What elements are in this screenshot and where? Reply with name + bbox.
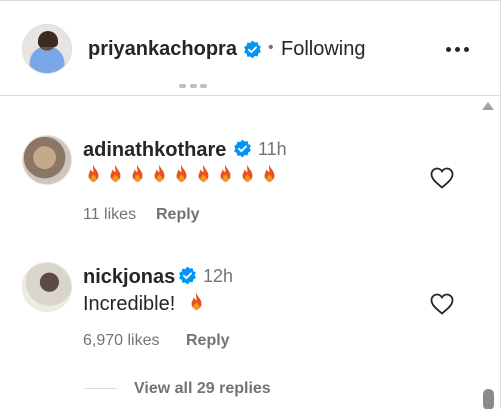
comment-avatar-nickjonas[interactable]	[22, 262, 72, 312]
fire-emoji-icon	[88, 165, 99, 183]
comment-timestamp[interactable]: 12h	[203, 266, 233, 287]
reply-button[interactable]: Reply	[186, 332, 230, 350]
fire-emoji-icon	[264, 165, 275, 183]
previous-comment-fragment	[175, 84, 215, 94]
comment-avatar-adinathkothare[interactable]	[22, 135, 72, 185]
fire-emoji-icon	[186, 292, 208, 314]
verified-badge-icon	[243, 40, 262, 64]
profile-avatar[interactable]	[22, 24, 72, 74]
fire-emoji-icon	[110, 165, 121, 183]
comment-username[interactable]: adinathkothare	[83, 139, 226, 162]
scroll-up-arrow-icon[interactable]	[482, 102, 494, 110]
view-all-replies-button[interactable]: View all 29 replies	[134, 380, 271, 398]
comment-text: Incredible!	[83, 293, 176, 315]
comment-username[interactable]: nickjonas	[83, 266, 175, 289]
comments-panel: priyankachopra • Following adinathkothar…	[0, 0, 501, 409]
like-heart-icon[interactable]	[429, 166, 455, 190]
following-button[interactable]: Following	[281, 38, 365, 61]
comment-text-fire-emojis	[83, 164, 281, 186]
header-username[interactable]: priyankachopra	[88, 38, 237, 61]
reply-button[interactable]: Reply	[156, 206, 200, 224]
comment-timestamp[interactable]: 11h	[258, 139, 287, 160]
fire-emoji-icon	[198, 165, 209, 183]
post-header: priyankachopra • Following	[0, 1, 500, 96]
comment-like-count[interactable]: 11 likes	[83, 206, 136, 224]
header-separator: •	[268, 39, 274, 56]
fire-emoji-icon	[154, 165, 165, 183]
verified-badge-icon	[178, 266, 197, 290]
replies-divider	[84, 388, 117, 389]
fire-emoji-icon	[220, 165, 231, 183]
fire-emoji-icon	[242, 165, 253, 183]
more-options-icon[interactable]	[446, 47, 472, 53]
fire-emoji-icon	[132, 165, 143, 183]
scrollbar-thumb[interactable]	[483, 389, 494, 409]
fire-emoji-icon	[176, 165, 187, 183]
verified-badge-icon	[233, 139, 252, 163]
fire-emoji-icon	[191, 293, 202, 310]
like-heart-icon[interactable]	[429, 292, 455, 316]
comment-like-count[interactable]: 6,970 likes	[83, 332, 160, 350]
